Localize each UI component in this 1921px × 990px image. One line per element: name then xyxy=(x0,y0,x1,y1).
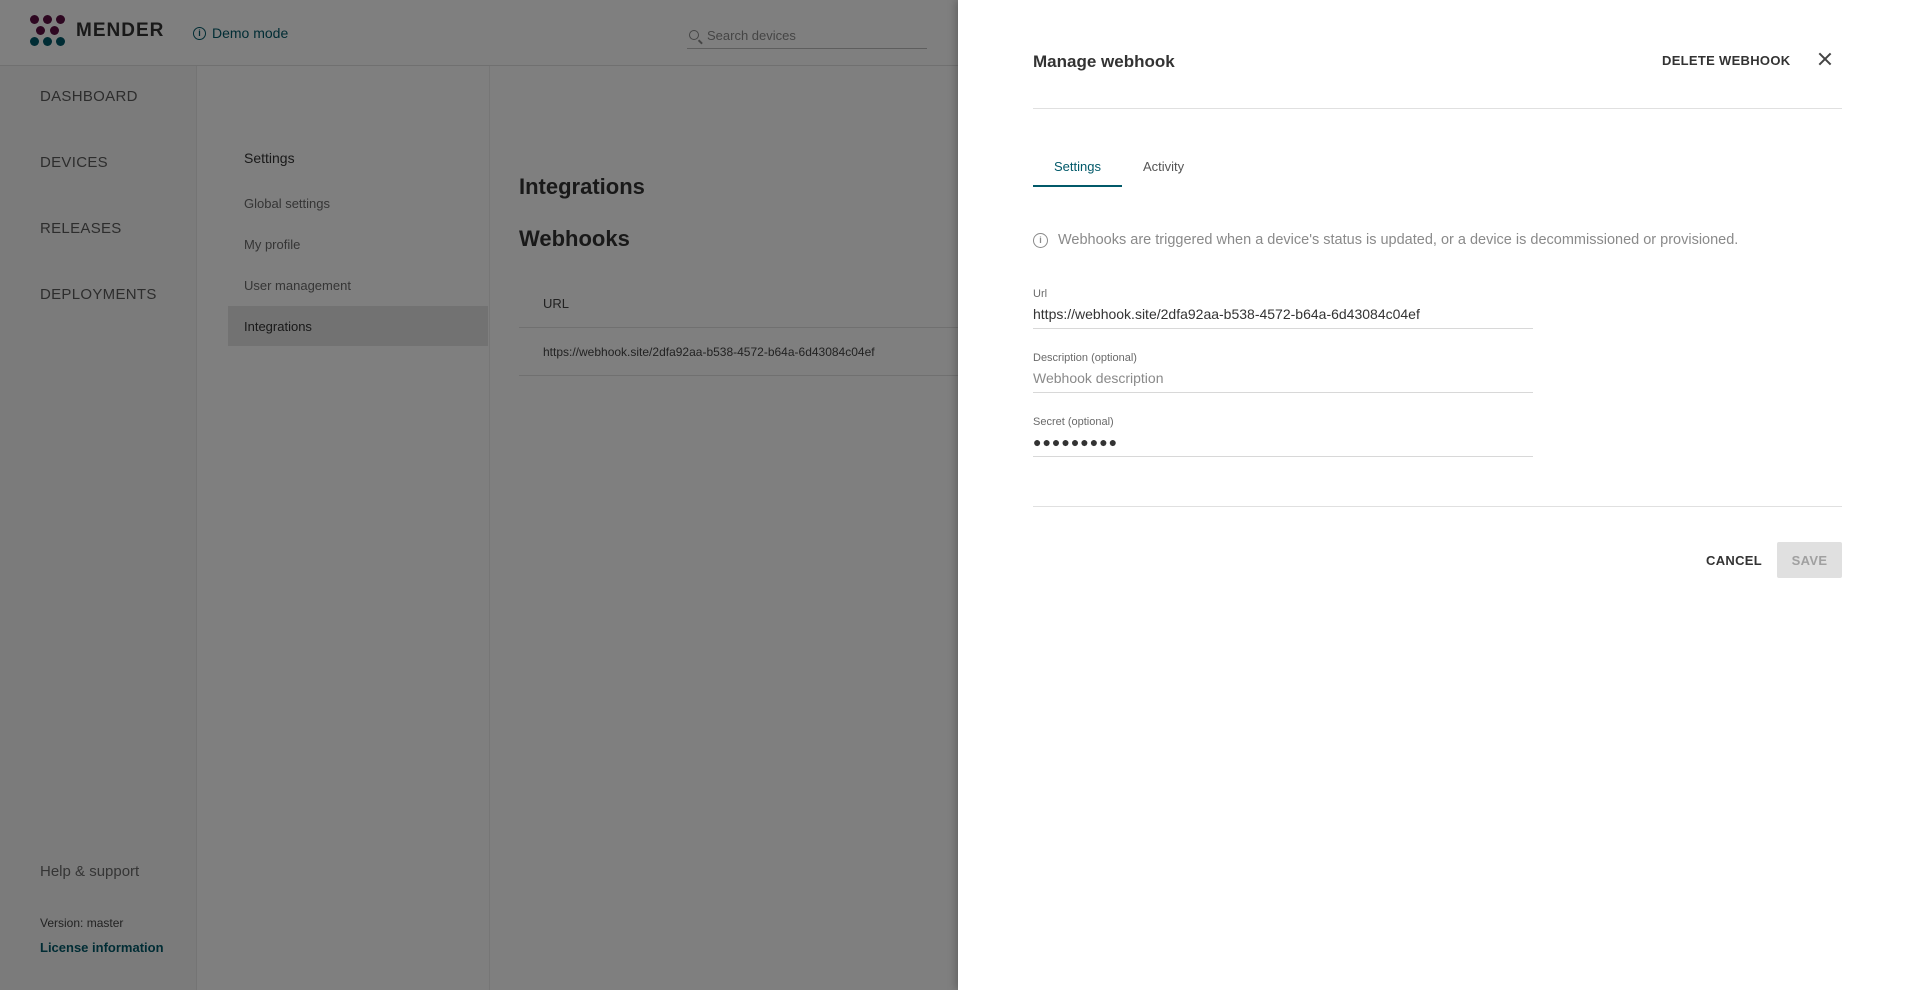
secret-input[interactable] xyxy=(1033,428,1533,456)
divider xyxy=(1033,506,1842,507)
tab-activity[interactable]: Activity xyxy=(1122,145,1205,187)
webhook-info-notice: i Webhooks are triggered when a device's… xyxy=(1033,232,1738,248)
notice-text: Webhooks are triggered when a device's s… xyxy=(1058,232,1739,248)
cancel-button[interactable]: CANCEL xyxy=(1706,553,1762,568)
divider xyxy=(1033,108,1842,109)
modal-backdrop[interactable] xyxy=(0,0,958,990)
info-icon: i xyxy=(1033,232,1048,248)
secret-label: Secret (optional) xyxy=(1033,416,1114,428)
close-icon[interactable] xyxy=(1816,50,1834,68)
description-field: Description (optional) xyxy=(1033,352,1533,393)
drawer-tabs: Settings Activity xyxy=(1033,145,1205,187)
delete-webhook-button[interactable]: DELETE WEBHOOK xyxy=(1662,53,1790,68)
description-input[interactable] xyxy=(1033,364,1533,392)
drawer-title: Manage webhook xyxy=(1033,52,1175,71)
manage-webhook-drawer: Manage webhook DELETE WEBHOOK Settings A… xyxy=(958,0,1921,990)
secret-field: Secret (optional) xyxy=(1033,416,1533,457)
description-label: Description (optional) xyxy=(1033,352,1137,364)
url-label: Url xyxy=(1033,288,1048,300)
tab-settings[interactable]: Settings xyxy=(1033,145,1122,187)
url-input[interactable] xyxy=(1033,300,1533,328)
save-button[interactable]: SAVE xyxy=(1777,542,1842,578)
url-field: Url xyxy=(1033,288,1533,329)
